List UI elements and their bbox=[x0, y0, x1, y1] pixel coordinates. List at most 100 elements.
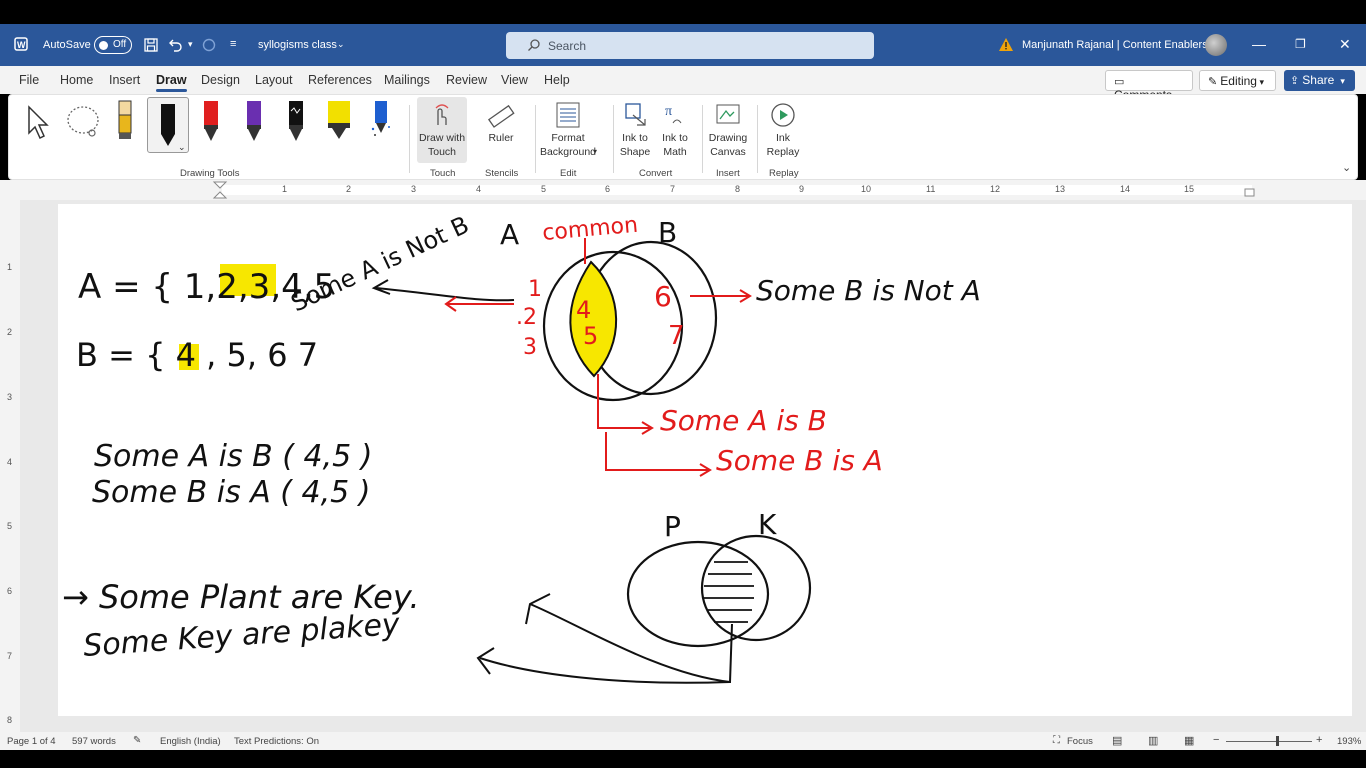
zoom-slider[interactable] bbox=[1226, 741, 1312, 742]
autosave-toggle[interactable]: Off bbox=[94, 36, 132, 54]
restore-icon[interactable]: ❐ bbox=[1295, 37, 1306, 51]
venn-b-item-1: 6 bbox=[654, 280, 672, 313]
format-background-chevron-icon[interactable]: ▾ bbox=[593, 145, 597, 159]
venn-label-p: P bbox=[664, 510, 681, 543]
ink-to-shape-label-2[interactable]: Shape bbox=[615, 145, 655, 159]
search-box[interactable]: Search bbox=[506, 32, 874, 59]
ruler-number: 13 bbox=[1055, 184, 1066, 194]
tab-view[interactable]: View bbox=[501, 73, 528, 87]
ruler-number: 6 bbox=[605, 184, 611, 194]
ruler-button-label[interactable]: Ruler bbox=[479, 131, 523, 145]
minimize-icon[interactable]: — bbox=[1252, 36, 1266, 52]
focus-label[interactable]: Focus bbox=[1067, 736, 1093, 747]
undo-dropdown-icon[interactable]: ▾ bbox=[188, 39, 193, 50]
format-label[interactable]: Format bbox=[538, 131, 598, 145]
customize-qat-icon[interactable]: ≡ bbox=[230, 38, 236, 50]
vertical-ruler[interactable]: 1 2 3 4 5 6 7 8 bbox=[0, 200, 20, 732]
title-bar: W AutoSave Off ▾ ≡ syllogisms class ⌄ Se… bbox=[0, 24, 1366, 66]
share-chevron-icon: ▾ bbox=[1340, 76, 1345, 86]
format-background-icon[interactable] bbox=[555, 101, 581, 129]
read-mode-icon[interactable]: ▤ bbox=[1112, 734, 1122, 747]
venn-label-a: A bbox=[500, 218, 519, 251]
tab-draw[interactable]: Draw bbox=[156, 73, 187, 92]
word-count[interactable]: 597 words bbox=[72, 736, 116, 747]
red-pen-icon[interactable] bbox=[201, 99, 221, 143]
venn-a-item-1: 1 bbox=[528, 277, 542, 302]
redo-icon[interactable] bbox=[201, 37, 217, 53]
proofing-icon[interactable]: ✎ bbox=[133, 735, 141, 746]
ink-arrow-left bbox=[375, 287, 515, 302]
share-label: Share bbox=[1302, 73, 1335, 87]
text-predictions[interactable]: Text Predictions: On bbox=[234, 736, 319, 747]
document-page[interactable]: A = { 1,2,3,4,5 B = { 4 , 5, 6 7 Some A … bbox=[58, 204, 1352, 716]
tab-layout[interactable]: Layout bbox=[255, 73, 293, 87]
focus-icon[interactable]: ⛶ bbox=[1053, 735, 1060, 746]
canvas-label[interactable]: Canvas bbox=[705, 145, 751, 159]
ruler-icon[interactable] bbox=[486, 101, 516, 131]
ruler-number: 7 bbox=[670, 184, 676, 194]
ruler-number: 4 bbox=[476, 184, 482, 194]
ink-replay-icon[interactable] bbox=[769, 101, 797, 129]
comments-button[interactable]: ▭ Comments bbox=[1105, 70, 1193, 102]
blue-galaxy-pen-icon[interactable] bbox=[369, 99, 393, 143]
purple-pen-icon[interactable] bbox=[244, 99, 264, 143]
draw-with-label: Draw with bbox=[418, 132, 466, 144]
replay-label[interactable]: Replay bbox=[761, 145, 805, 159]
touch-hand-icon bbox=[435, 104, 449, 125]
print-layout-icon[interactable]: ▥ bbox=[1148, 734, 1158, 747]
horizontal-ruler[interactable]: 1 2 3 4 5 6 7 8 9 10 11 12 13 14 15 bbox=[0, 180, 1366, 200]
drawing-canvas-icon[interactable] bbox=[714, 101, 742, 129]
save-icon[interactable] bbox=[143, 37, 159, 53]
tab-insert[interactable]: Insert bbox=[109, 73, 140, 87]
tab-home[interactable]: Home bbox=[60, 73, 93, 87]
page-count[interactable]: Page 1 of 4 bbox=[7, 736, 56, 747]
draw-with-touch-button[interactable]: Draw with Touch bbox=[417, 97, 467, 163]
tab-file[interactable]: File bbox=[19, 73, 39, 87]
document-title[interactable]: syllogisms class bbox=[258, 39, 337, 51]
zoom-level[interactable]: 193% bbox=[1337, 736, 1361, 747]
tab-review[interactable]: Review bbox=[446, 73, 487, 87]
tab-design[interactable]: Design bbox=[201, 73, 240, 87]
ink-to-math-label-2[interactable]: Math bbox=[655, 145, 695, 159]
avatar[interactable] bbox=[1205, 34, 1227, 56]
lasso-select-icon[interactable] bbox=[63, 103, 103, 143]
zoom-slider-thumb[interactable] bbox=[1276, 736, 1279, 746]
pen-black-selected[interactable]: ⌄ bbox=[147, 97, 189, 153]
search-placeholder: Search bbox=[548, 39, 587, 53]
user-name[interactable]: Manjunath Rajanal | Content Enablers bbox=[1022, 39, 1208, 51]
venn-circle-p bbox=[626, 540, 770, 648]
undo-icon[interactable] bbox=[167, 37, 183, 53]
web-layout-icon[interactable]: ▦ bbox=[1184, 734, 1194, 747]
select-pointer-icon[interactable] bbox=[23, 105, 53, 141]
vruler-number: 3 bbox=[7, 392, 13, 402]
tab-help[interactable]: Help bbox=[544, 73, 570, 87]
editing-button[interactable]: ✎ Editing ▾ bbox=[1199, 70, 1276, 91]
zoom-out-icon[interactable]: − bbox=[1213, 734, 1219, 746]
ink-to-shape-label-1[interactable]: Ink to bbox=[615, 131, 655, 145]
title-chevron-icon[interactable]: ⌄ bbox=[337, 39, 345, 50]
menu-bar: File Home Insert Draw Design Layout Refe… bbox=[0, 66, 1366, 102]
tab-references[interactable]: References bbox=[308, 73, 372, 87]
ink-to-shape-icon[interactable] bbox=[623, 101, 649, 129]
yellow-highlighter-icon[interactable] bbox=[326, 99, 352, 143]
ink-arrow-to-line-1 bbox=[529, 603, 731, 683]
ribbon-collapse-icon[interactable]: ⌄ bbox=[1342, 161, 1351, 174]
ruler-number: 9 bbox=[799, 184, 805, 194]
language[interactable]: English (India) bbox=[160, 736, 221, 747]
black-galaxy-pen-icon[interactable] bbox=[286, 99, 306, 143]
warning-icon[interactable] bbox=[998, 37, 1014, 53]
group-insert: Insert bbox=[716, 168, 740, 179]
ruler-number: 8 bbox=[735, 184, 741, 194]
ink-to-math-label-1[interactable]: Ink to bbox=[655, 131, 695, 145]
close-icon[interactable]: ✕ bbox=[1339, 36, 1351, 53]
pencil-tool-icon[interactable] bbox=[115, 99, 135, 143]
drawing-label[interactable]: Drawing bbox=[705, 131, 751, 145]
zoom-in-icon[interactable]: + bbox=[1316, 734, 1322, 746]
ink-to-math-icon[interactable]: π bbox=[661, 101, 687, 129]
ink-label[interactable]: Ink bbox=[763, 131, 803, 145]
tab-mailings[interactable]: Mailings bbox=[384, 73, 430, 87]
share-button[interactable]: ⇪ Share ▾ bbox=[1284, 70, 1355, 91]
venn-common-item-1: 4 bbox=[576, 296, 591, 324]
autosave-state: Off bbox=[113, 39, 127, 50]
ink-arrowhead bbox=[371, 279, 391, 295]
